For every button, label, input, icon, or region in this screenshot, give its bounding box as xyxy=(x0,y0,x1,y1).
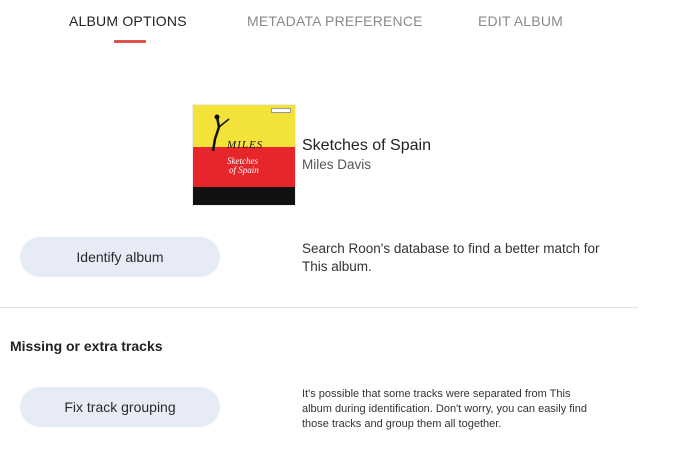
cover-title-line2: of Spain xyxy=(229,165,259,175)
active-tab-indicator xyxy=(114,40,146,43)
album-title: Sketches of Spain xyxy=(302,137,431,154)
identify-album-description: Search Roon's database to find a better … xyxy=(302,241,600,274)
missing-tracks-heading: Missing or extra tracks xyxy=(10,338,163,354)
tab-edit-album[interactable]: EDIT ALBUM xyxy=(478,13,563,29)
fix-track-grouping-description: It's possible that some tracks were sepa… xyxy=(302,388,587,430)
tab-bar: ALBUM OPTIONS METADATA PREFERENCE EDIT A… xyxy=(0,0,640,46)
tab-album-options[interactable]: ALBUM OPTIONS xyxy=(69,13,187,29)
album-cover: MILES Sketches of Spain xyxy=(193,105,295,205)
label-logo xyxy=(271,108,291,113)
tab-metadata-preference[interactable]: METADATA PREFERENCE xyxy=(247,13,423,29)
section-divider xyxy=(0,307,638,308)
identify-album-button[interactable]: Identify album xyxy=(20,237,220,277)
cover-artist-text: MILES xyxy=(227,139,264,151)
fix-track-grouping-button[interactable]: Fix track grouping xyxy=(20,387,220,427)
album-artist[interactable]: Miles Davis xyxy=(302,157,371,172)
